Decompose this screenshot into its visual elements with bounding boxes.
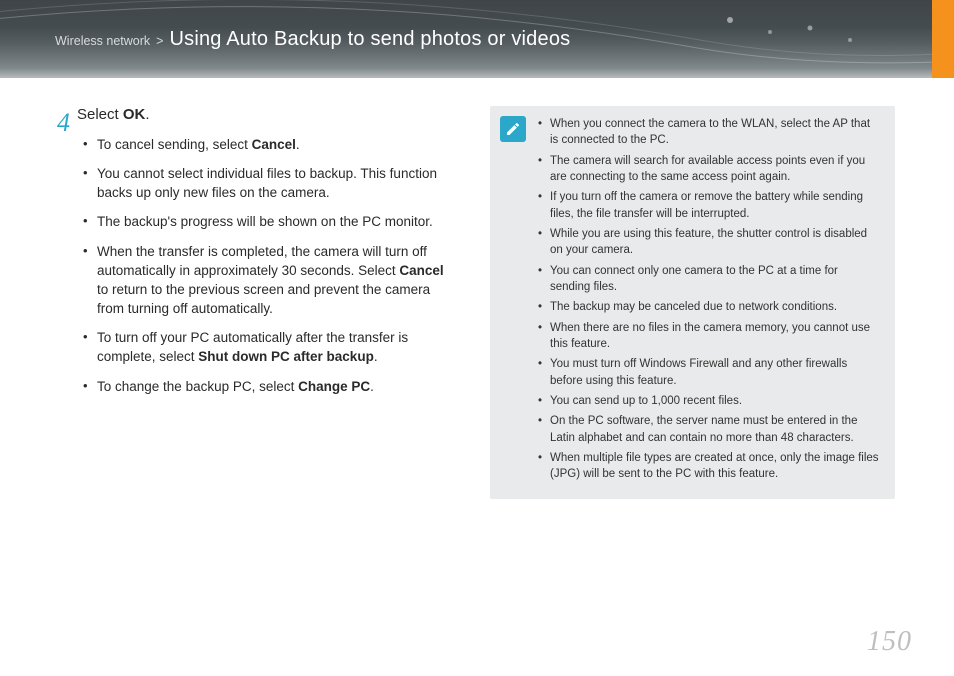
breadcrumb-sep: > (156, 34, 163, 48)
step-instruction: Select OK. (77, 106, 455, 123)
text-bold: Cancel (399, 263, 443, 278)
note-icon (500, 116, 526, 142)
note-item: When multiple file types are created at … (538, 450, 881, 483)
text: . (296, 137, 300, 152)
note-list: When you connect the camera to the WLAN,… (538, 116, 881, 483)
pencil-icon (505, 121, 521, 137)
text: To cancel sending, select (97, 137, 252, 152)
left-column: Select OK. To cancel sending, select Can… (55, 106, 455, 499)
page-root: Wireless network > Using Auto Backup to … (0, 0, 954, 676)
breadcrumb-section: Wireless network (55, 34, 150, 48)
orange-side-tab (932, 0, 954, 78)
note-item: You must turn off Windows Firewall and a… (538, 356, 881, 389)
list-item: You cannot select individual files to ba… (83, 164, 455, 202)
list-item: To change the backup PC, select Change P… (83, 377, 455, 396)
text: . (374, 349, 378, 364)
step-text-bold: OK (123, 106, 146, 123)
note-item: When you connect the camera to the WLAN,… (538, 116, 881, 149)
right-column: When you connect the camera to the WLAN,… (490, 106, 895, 499)
note-item: When there are no files in the camera me… (538, 320, 881, 353)
text: To change the backup PC, select (97, 379, 298, 394)
text-bold: Cancel (252, 137, 296, 152)
text: to return to the previous screen and pre… (97, 282, 430, 316)
note-box: When you connect the camera to the WLAN,… (490, 106, 895, 499)
note-item: The camera will search for available acc… (538, 153, 881, 186)
instruction-list: To cancel sending, select Cancel. You ca… (83, 135, 455, 396)
text-bold: Change PC (298, 379, 370, 394)
note-item: You can send up to 1,000 recent files. (538, 393, 881, 409)
page-title: Using Auto Backup to send photos or vide… (169, 28, 570, 51)
page-header: Wireless network > Using Auto Backup to … (0, 0, 954, 78)
list-item: To cancel sending, select Cancel. (83, 135, 455, 154)
note-item: If you turn off the camera or remove the… (538, 189, 881, 222)
page-number: 150 (867, 626, 912, 658)
note-item: While you are using this feature, the sh… (538, 226, 881, 259)
note-item: On the PC software, the server name must… (538, 413, 881, 446)
list-item: The backup's progress will be shown on t… (83, 212, 455, 231)
step-text-post: . (145, 106, 149, 123)
breadcrumb: Wireless network > Using Auto Backup to … (0, 28, 570, 51)
step-text-pre: Select (77, 106, 123, 123)
note-item: You can connect only one camera to the P… (538, 263, 881, 296)
list-item: When the transfer is completed, the came… (83, 242, 455, 319)
text: . (370, 379, 374, 394)
text-bold: Shut down PC after backup (198, 349, 374, 364)
note-item: The backup may be canceled due to networ… (538, 299, 881, 315)
body: Select OK. To cancel sending, select Can… (0, 78, 954, 499)
text: When the transfer is completed, the came… (97, 244, 427, 278)
list-item: To turn off your PC automatically after … (83, 328, 455, 366)
